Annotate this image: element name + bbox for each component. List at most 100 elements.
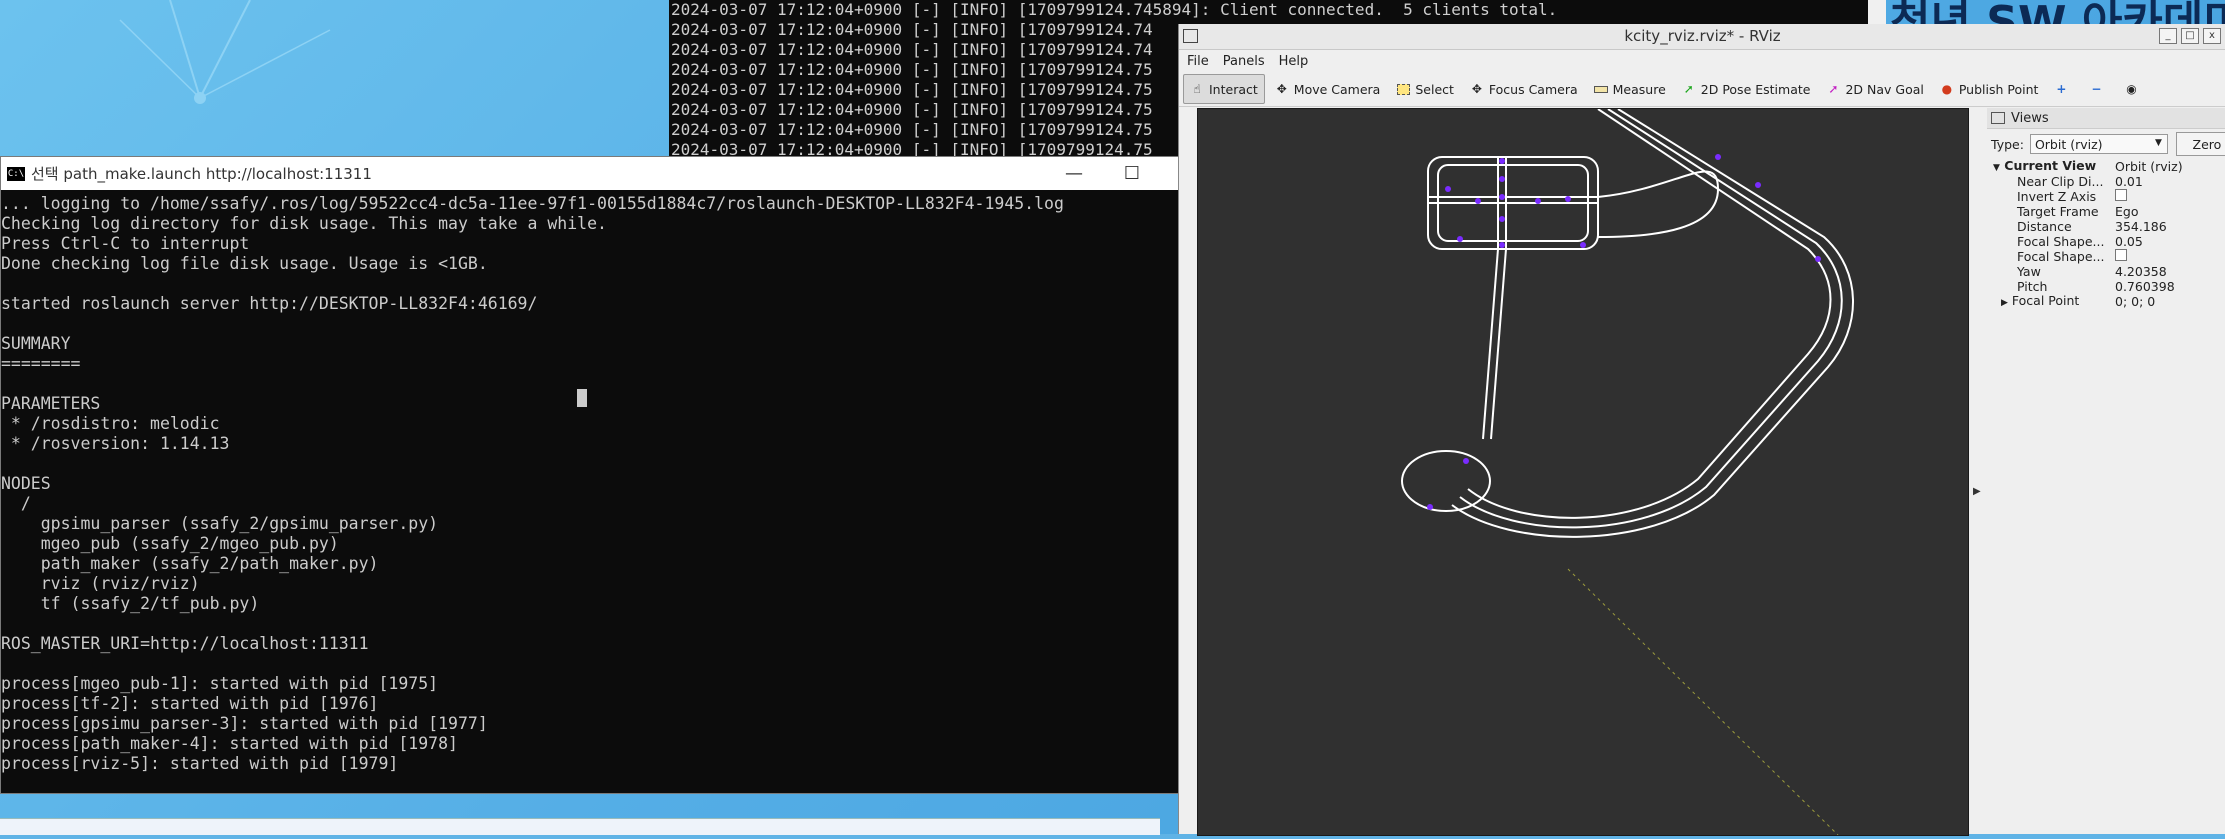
text-cursor: [577, 389, 587, 407]
views-panel-header[interactable]: Views: [1987, 108, 2225, 129]
prop-near-clip[interactable]: Near Clip Di... 0.01: [1987, 174, 2225, 189]
prop-value[interactable]: 354.186: [2115, 219, 2225, 234]
prop-focal-shape-size[interactable]: Focal Shape... 0.05: [1987, 234, 2225, 249]
rviz-window[interactable]: kcity_rviz.rviz* - RViz _ □ x File Panel…: [1178, 24, 2225, 836]
view-properties: ▼ Current View Orbit (rviz) Near Clip Di…: [1987, 158, 2225, 310]
views-panel-title: Views: [2011, 110, 2049, 126]
eye-icon: ◉: [2126, 82, 2137, 96]
prop-distance[interactable]: Distance 354.186: [1987, 219, 2225, 234]
rviz-titlebar[interactable]: kcity_rviz.rviz* - RViz _ □ x: [1179, 24, 2225, 50]
rviz-3d-viewport[interactable]: [1197, 108, 1969, 836]
tool-options-button[interactable]: ◉: [2118, 75, 2149, 103]
prop-yaw[interactable]: Yaw 4.20358: [1987, 264, 2225, 279]
tool-label: Publish Point: [1958, 81, 2039, 97]
console-line: path_maker (ssafy_2/path_maker.py): [1, 554, 379, 573]
cmd-titlebar[interactable]: C:\ 선택 path_make.launch http://localhost…: [1, 157, 1219, 190]
console-line: rviz (rviz/rviz): [1, 574, 200, 593]
console-line: process[rviz-5]: started with pid [1979]: [1, 754, 399, 773]
green-arrow-icon: ➚: [1683, 82, 1694, 96]
console-line: /: [1, 494, 31, 513]
grid-axis-line: [1567, 568, 1839, 836]
prop-value[interactable]: Ego: [2115, 204, 2225, 219]
close-button[interactable]: x: [2203, 28, 2221, 44]
console-line: * /rosversion: 1.14.13: [1, 434, 230, 453]
bg-terminal-scrollbar[interactable]: [1868, 0, 1886, 24]
crosshair-icon: ✥: [1471, 82, 1482, 96]
prop-target-frame[interactable]: Target Frame Ego: [1987, 204, 2225, 219]
nav-goal-tool-button[interactable]: ➚ 2D Nav Goal: [1820, 75, 1929, 103]
publish-point-tool-button[interactable]: ● Publish Point: [1934, 75, 2045, 103]
plus-icon: +: [2056, 82, 2067, 96]
expand-arrow-icon[interactable]: ▼: [1993, 163, 2000, 173]
tool-label: Interact: [1209, 81, 1258, 97]
console-line: process[tf-2]: started with pid [1976]: [1, 694, 379, 713]
menu-panels[interactable]: Panels: [1223, 54, 1265, 69]
select-tool-button[interactable]: Select: [1390, 75, 1460, 103]
left-dock-strip: [1179, 108, 1197, 834]
tool-label: 2D Pose Estimate: [1700, 81, 1811, 97]
type-select-value: Orbit (rviz): [2034, 136, 2103, 152]
prop-value[interactable]: 0; 0; 0: [2115, 294, 2225, 309]
measure-tool-button[interactable]: Measure: [1588, 75, 1672, 103]
console-line: PARAMETERS: [1, 394, 101, 413]
cmd-window-title: 선택 path_make.launch http://localhost:113…: [31, 165, 372, 183]
prop-label: Focal Shape...: [2017, 234, 2105, 249]
minimize-button[interactable]: _: [2159, 28, 2177, 44]
prop-value[interactable]: 0.760398: [2115, 279, 2225, 294]
prop-focal-shape-fixed[interactable]: Focal Shape...: [1987, 249, 2225, 264]
cmd-output[interactable]: ... logging to /home/ssafy/.ros/log/5952…: [1, 190, 1199, 793]
rviz-menubar: File Panels Help: [1179, 50, 2225, 72]
rviz-window-title: kcity_rviz.rviz* - RViz: [1624, 27, 1781, 45]
tool-label: Move Camera: [1293, 81, 1381, 97]
interact-tool-button[interactable]: ☝ Interact: [1183, 74, 1265, 104]
prop-invert-z[interactable]: Invert Z Axis: [1987, 189, 2225, 204]
prop-value[interactable]: 0.01: [2115, 174, 2225, 189]
panel-splitter[interactable]: ▶: [1969, 108, 1987, 834]
menu-help[interactable]: Help: [1279, 54, 1309, 69]
cmd-window[interactable]: C:\ 선택 path_make.launch http://localhost…: [0, 156, 1220, 794]
tool-label: 2D Nav Goal: [1845, 81, 1924, 97]
zero-button[interactable]: Zero: [2175, 132, 2225, 156]
collapse-arrow-icon[interactable]: ▶: [1973, 486, 1981, 497]
pose-estimate-tool-button[interactable]: ➚ 2D Pose Estimate: [1676, 75, 1817, 103]
ruler-icon: [1593, 82, 1608, 96]
prop-value: Orbit (rviz): [2115, 159, 2183, 174]
prop-current-view[interactable]: ▼ Current View Orbit (rviz): [1987, 158, 2225, 175]
views-panel[interactable]: Views Type: Orbit (rviz) ▼ Zero ▼ Curren…: [1987, 108, 2225, 834]
prop-focal-point[interactable]: ▶ Focal Point 0; 0; 0: [1987, 293, 2225, 310]
map-pin-icon: ●: [1941, 82, 1953, 96]
console-line: NODES: [1, 474, 51, 493]
prop-label: Yaw: [2017, 264, 2041, 279]
console-line: Done checking log file disk usage. Usage…: [1, 254, 488, 273]
prop-value[interactable]: 0.05: [2115, 234, 2225, 249]
hand-icon: ☝: [1193, 82, 1201, 96]
cmd-app-icon: C:\: [7, 166, 25, 181]
focus-camera-tool-button[interactable]: ✥ Focus Camera: [1464, 75, 1584, 103]
road-loop: [1401, 450, 1491, 512]
expand-arrow-icon[interactable]: ▶: [2001, 298, 2008, 308]
menu-file[interactable]: File: [1187, 54, 1209, 69]
type-label: Type:: [1991, 136, 2024, 152]
add-tool-button[interactable]: +: [2048, 75, 2079, 103]
maximize-button[interactable]: □: [2181, 28, 2199, 44]
prop-label: Distance: [2017, 219, 2072, 234]
console-line: Checking log directory for disk usage. T…: [1, 214, 607, 233]
move-camera-tool-button[interactable]: ✥ Move Camera: [1269, 75, 1387, 103]
minimize-button[interactable]: —: [1045, 163, 1103, 184]
remove-tool-button[interactable]: −: [2083, 75, 2114, 103]
view-type-select[interactable]: Orbit (rviz) ▼: [2029, 134, 2168, 154]
prop-label: Target Frame: [2017, 204, 2099, 219]
console-line: gpsimu_parser (ssafy_2/gpsimu_parser.py): [1, 514, 439, 533]
console-line: started roslaunch server http://DESKTOP-…: [1, 294, 538, 313]
maximize-button[interactable]: ☐: [1103, 163, 1161, 184]
road-segment: [1467, 108, 1832, 519]
select-box-icon: [1396, 82, 1410, 96]
focal-shape-checkbox[interactable]: [2115, 249, 2127, 261]
invert-z-checkbox[interactable]: [2115, 189, 2127, 201]
prop-value[interactable]: 4.20358: [2115, 264, 2225, 279]
map-render: [1401, 108, 1854, 836]
